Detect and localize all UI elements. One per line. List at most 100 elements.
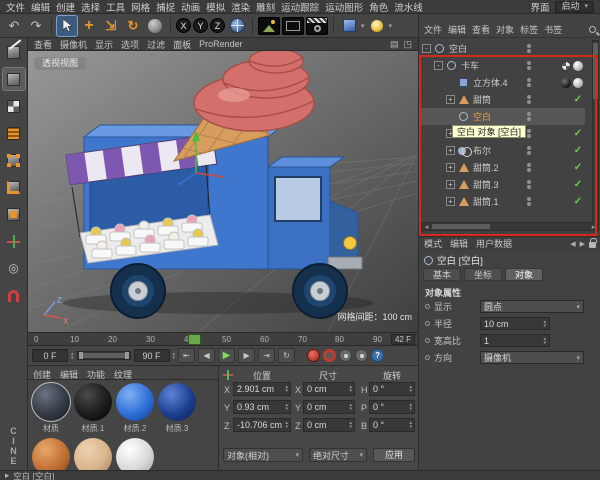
- model-mode-button[interactable]: [1, 67, 26, 91]
- material-swatch[interactable]: [116, 383, 154, 421]
- layout-select[interactable]: 启动 ▾: [555, 0, 594, 13]
- size-x-field[interactable]: 0 cm ▴ ▾: [303, 382, 355, 396]
- material-name[interactable]: 材质.1: [72, 423, 114, 434]
- keyframe-dot-icon[interactable]: [425, 338, 430, 343]
- visibility-dots[interactable]: [527, 146, 531, 155]
- size-z-field[interactable]: 0 cm ▴ ▾: [303, 418, 355, 432]
- add-primitive-button[interactable]: [339, 16, 359, 36]
- object-name[interactable]: 立方体.4: [473, 76, 508, 89]
- menu-character[interactable]: 角色: [369, 0, 388, 14]
- vp-menu-options[interactable]: 选项: [121, 38, 139, 51]
- loop-playback-button[interactable]: ↻: [278, 348, 296, 363]
- search-icon[interactable]: [589, 26, 596, 33]
- material-name[interactable]: 材质.2: [114, 423, 156, 434]
- vertical-scrollbar[interactable]: [592, 40, 599, 228]
- vp-menu-display[interactable]: 显示: [95, 38, 113, 51]
- play-button[interactable]: ▶: [218, 348, 236, 363]
- render-picture-viewer-button[interactable]: [282, 16, 304, 35]
- points-mode-button[interactable]: [3, 149, 25, 171]
- visibility-dots[interactable]: [527, 129, 531, 138]
- mat-menu-edit[interactable]: 编辑: [60, 368, 78, 380]
- material-name[interactable]: 材质.3: [156, 423, 198, 434]
- object-row-cone2[interactable]: + 甜筒.2 ✓: [419, 159, 585, 176]
- coord-mode-dropdown[interactable]: 对象(相对) ▾: [223, 448, 303, 462]
- texture-mode-button[interactable]: [3, 95, 25, 117]
- object-name[interactable]: 甜筒.1: [473, 195, 499, 208]
- object-name[interactable]: 卡车: [461, 59, 479, 72]
- om-menu-file[interactable]: 文件: [424, 23, 442, 36]
- object-row-null-root[interactable]: - 空白: [419, 40, 585, 57]
- menu-interface[interactable]: 界面: [530, 0, 549, 14]
- redo-button[interactable]: ↷: [26, 16, 46, 36]
- object-name[interactable]: 空白: [449, 42, 467, 55]
- menu-mesh[interactable]: 网格: [131, 0, 150, 14]
- viewport-3d[interactable]: Z X 网格间距：100 cm: [28, 51, 418, 332]
- visibility-dots[interactable]: [527, 78, 531, 87]
- apply-button[interactable]: 应用: [373, 448, 415, 462]
- pos-x-field[interactable]: 2.901 cm ▴ ▾: [233, 382, 291, 396]
- lock-z-axis-button[interactable]: Z: [210, 18, 225, 33]
- om-menu-object[interactable]: 对象: [496, 23, 514, 36]
- enabled-check-icon[interactable]: ✓: [573, 179, 583, 190]
- enabled-check-icon[interactable]: ✓: [573, 94, 583, 105]
- scale-tool[interactable]: ⇲: [101, 16, 121, 36]
- autokeying-button[interactable]: [323, 349, 337, 362]
- undo-button[interactable]: ↶: [4, 16, 24, 36]
- am-menu-edit[interactable]: 编辑: [450, 237, 468, 250]
- menu-animate[interactable]: 动画: [181, 0, 200, 14]
- render-view-button[interactable]: [258, 16, 280, 35]
- previous-frame-button[interactable]: ◀: [198, 348, 216, 363]
- enabled-check-icon[interactable]: ✓: [573, 145, 583, 156]
- record-position-toggle[interactable]: [339, 349, 353, 362]
- lock-icon[interactable]: [589, 238, 597, 248]
- viewport-layout-icon[interactable]: ▤: [390, 39, 399, 50]
- object-properties-header[interactable]: 对象属性: [425, 286, 461, 299]
- material-name[interactable]: 材质: [30, 423, 72, 434]
- go-to-end-button[interactable]: ⇥: [258, 348, 276, 363]
- enabled-check-icon[interactable]: ✓: [573, 162, 583, 173]
- expand-toggle[interactable]: +: [446, 146, 455, 155]
- object-row-cube4[interactable]: 立方体.4: [419, 74, 585, 91]
- menu-simulate[interactable]: 模拟: [206, 0, 225, 14]
- am-menu-mode[interactable]: 模式: [424, 237, 442, 250]
- menu-mograph[interactable]: 运动图形: [325, 0, 363, 14]
- tab-basic[interactable]: 基本: [423, 268, 462, 281]
- keyframe-dot-icon[interactable]: [425, 355, 430, 360]
- pos-z-field[interactable]: -10.706 cm ▴ ▾: [233, 418, 291, 432]
- visibility-dots[interactable]: [527, 180, 531, 189]
- visibility-dots[interactable]: [527, 197, 531, 206]
- render-settings-button[interactable]: [306, 16, 328, 35]
- workplane-mode-button[interactable]: [3, 122, 25, 144]
- mat-menu-texture[interactable]: 纹理: [114, 368, 132, 380]
- material-swatch[interactable]: [74, 438, 112, 470]
- om-menu-edit[interactable]: 编辑: [448, 23, 466, 36]
- menu-select[interactable]: 选择: [81, 0, 100, 14]
- enable-axis-button[interactable]: [3, 230, 25, 252]
- snap-toggle-button[interactable]: [3, 284, 25, 306]
- keyframe-dot-icon[interactable]: [425, 321, 430, 326]
- nav-back-icon[interactable]: ◀: [570, 240, 575, 248]
- material-swatch[interactable]: [116, 438, 154, 470]
- om-menu-view[interactable]: 查看: [472, 23, 490, 36]
- material-swatch[interactable]: [158, 383, 196, 421]
- object-name[interactable]: 甜筒.2: [473, 161, 499, 174]
- vp-menu-prorender[interactable]: ProRender: [199, 39, 243, 49]
- enabled-check-icon[interactable]: ✓: [573, 128, 583, 139]
- rear-wheel[interactable]: [110, 263, 166, 319]
- display-dropdown[interactable]: 圆点 ▾: [480, 300, 584, 313]
- aspect-ratio-field[interactable]: 1 ▴ ▾: [480, 334, 550, 347]
- om-menu-tags[interactable]: 标签: [520, 23, 538, 36]
- expand-toggle[interactable]: +: [446, 95, 455, 104]
- viewport-float-icon[interactable]: ◳: [403, 39, 412, 50]
- rotate-tool[interactable]: ↻: [123, 16, 143, 36]
- object-name[interactable]: 空白: [473, 110, 491, 123]
- expand-toggle[interactable]: +: [446, 180, 455, 189]
- material-tag-icon[interactable]: [573, 60, 583, 71]
- expand-toggle[interactable]: +: [446, 163, 455, 172]
- stepper-icon[interactable]: ▴ ▾: [71, 351, 74, 360]
- keyframe-dot-icon[interactable]: [425, 304, 430, 309]
- view-name-pill[interactable]: 透视视图: [34, 57, 87, 70]
- chevron-down-icon[interactable]: ▾: [389, 22, 393, 30]
- last-used-tool[interactable]: [145, 16, 165, 36]
- vp-menu-panel[interactable]: 面板: [173, 38, 191, 51]
